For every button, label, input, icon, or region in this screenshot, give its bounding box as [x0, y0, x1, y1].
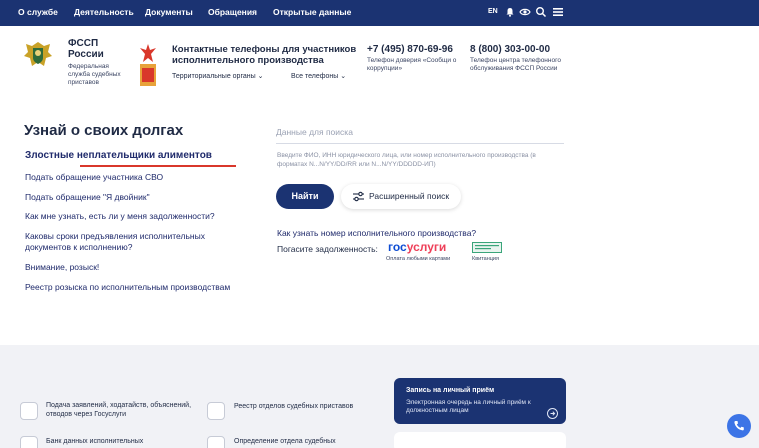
gosuslugi-logo-part1: гос: [388, 240, 407, 254]
gosuslugi-logo[interactable]: госуслуги: [388, 240, 446, 254]
nav-item-appeals[interactable]: Обращения: [208, 7, 257, 17]
how-to-know-case-number-link[interactable]: Как узнать номер исполнительного произво…: [277, 228, 476, 238]
link-malicious-alimony-debtors[interactable]: Злостные неплательщики алиментов: [25, 150, 245, 161]
service-item-data-bank[interactable]: Банк данных исполнительных: [46, 437, 196, 446]
nav-item-activity[interactable]: Деятельность: [74, 7, 134, 17]
gosuslugi-caption: Оплата любыми картами: [386, 256, 451, 262]
chat-button[interactable]: [727, 414, 751, 438]
gosuslugi-logo-part2: услуги: [406, 240, 447, 254]
menu-icon[interactable]: [552, 6, 564, 18]
find-button[interactable]: Найти: [276, 184, 334, 209]
service-item-department-lookup[interactable]: Определение отдела судебных: [234, 437, 384, 446]
phone-icon: [734, 421, 744, 431]
secondary-card[interactable]: [394, 432, 566, 448]
services-section: [0, 345, 759, 448]
link-svo-appeal[interactable]: Подать обращение участника СВО: [25, 172, 245, 183]
map-pin-icon: [207, 436, 225, 448]
building-icon: [207, 402, 225, 420]
victory-monument-icon[interactable]: [136, 42, 160, 88]
link-wanted[interactable]: Внимание, розыск!: [25, 262, 245, 273]
eye-icon[interactable]: [519, 6, 531, 18]
service-item-gosuslugi-applications[interactable]: Подача заявлений, ходатайств, объяснений…: [46, 401, 196, 419]
search-hint: Введите ФИО, ИНН юридического лица, или …: [277, 152, 536, 168]
nav-item-documents[interactable]: Документы: [145, 7, 193, 17]
org-title[interactable]: ФССП России: [68, 38, 128, 60]
document-icon: [20, 402, 38, 420]
nav-item-open-data[interactable]: Открытые данные: [273, 7, 351, 17]
chevron-down-icon: ⌄: [257, 73, 264, 80]
search-icon[interactable]: [535, 6, 547, 18]
hotline-phone[interactable]: +7 (495) 870-69-96: [367, 44, 453, 55]
all-phones-dropdown[interactable]: Все телефоны ⌄: [291, 72, 346, 80]
service-item-departments-registry[interactable]: Реестр отделов судебных приставов: [234, 402, 384, 411]
territorial-dropdown-label: Территориальные органы: [172, 73, 256, 80]
advanced-search-button[interactable]: Расширенный поиск: [341, 184, 461, 209]
top-nav: О службе Деятельность Документы Обращени…: [0, 0, 759, 26]
link-double-appeal[interactable]: Подать обращение "Я двойник": [25, 192, 245, 203]
bell-icon[interactable]: [504, 6, 516, 18]
fssp-emblem-icon[interactable]: [22, 38, 54, 72]
filter-sliders-icon: [353, 191, 364, 202]
receipt-caption: Квитанция: [472, 256, 499, 262]
language-switch[interactable]: EN: [488, 8, 498, 15]
arrow-right-icon[interactable]: [547, 408, 558, 419]
territorial-dropdown[interactable]: Территориальные органы ⌄: [172, 72, 263, 80]
service-center-phone-note: Телефон центра телефонного обслуживания …: [470, 57, 561, 72]
nav-item-about[interactable]: О службе: [18, 7, 58, 17]
link-underline: [80, 165, 236, 167]
all-phones-dropdown-label: Все телефоны: [291, 73, 339, 80]
page-title: Узнай о своих долгах: [24, 122, 184, 139]
database-icon: [20, 436, 38, 448]
link-how-to-know-debts[interactable]: Как мне узнать, есть ли у меня задолженн…: [25, 211, 245, 222]
chevron-down-icon: ⌄: [340, 73, 347, 80]
reception-title: Запись на личный приём: [406, 387, 495, 394]
link-document-terms[interactable]: Каковы сроки предъявления исполнительных…: [25, 231, 225, 253]
receipt-icon[interactable]: [472, 242, 502, 253]
contacts-title: Контактные телефоны для участников испол…: [172, 44, 357, 66]
advanced-search-label: Расширенный поиск: [369, 191, 450, 201]
search-input[interactable]: [276, 120, 564, 144]
service-center-phone[interactable]: 8 (800) 303-00-00: [470, 44, 550, 55]
pay-debt-label: Погасите задолженность:: [277, 244, 378, 254]
reception-text: Электронная очередь на личный приём к до…: [406, 399, 531, 414]
org-subtitle: Федеральная служба судебных приставов: [68, 63, 121, 86]
link-wanted-registry[interactable]: Реестр розыска по исполнительным произво…: [25, 282, 245, 293]
hotline-phone-note: Телефон доверия «Сообщи о коррупции»: [367, 57, 457, 72]
